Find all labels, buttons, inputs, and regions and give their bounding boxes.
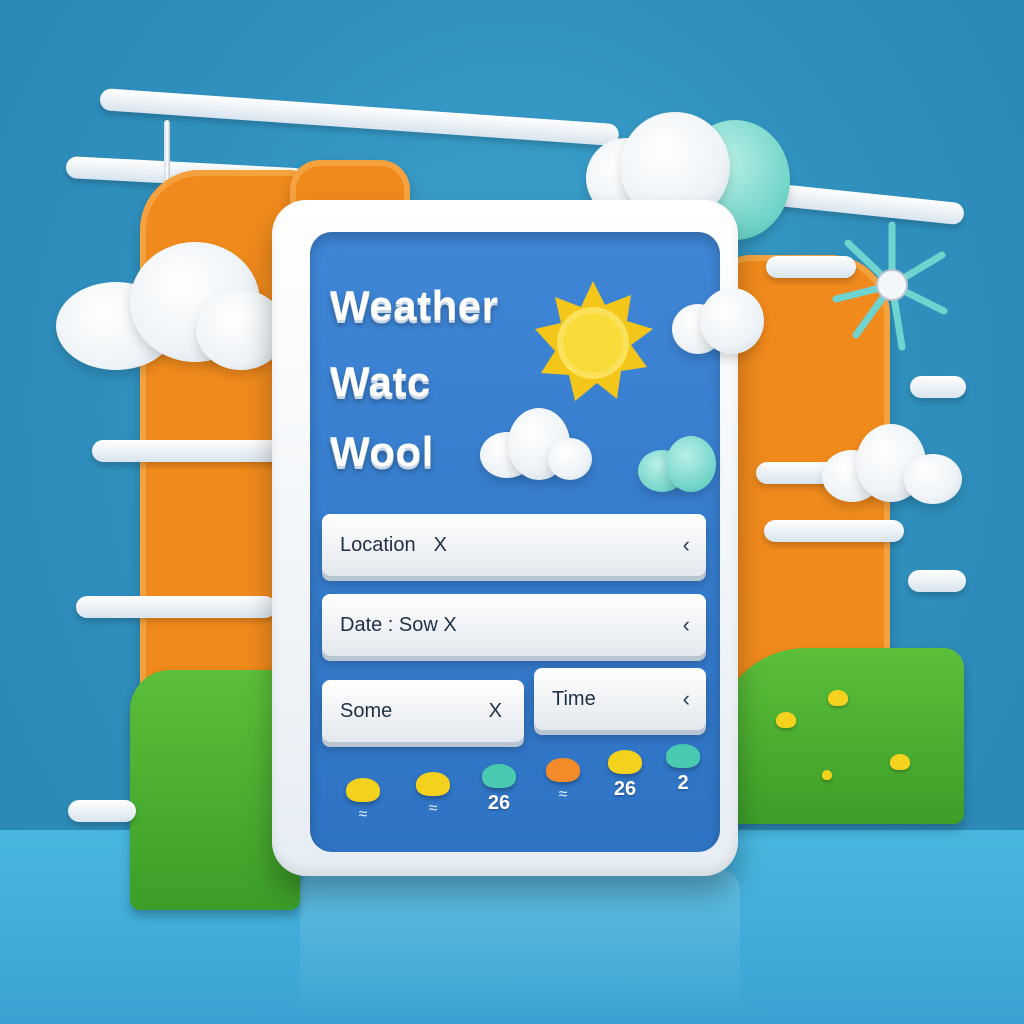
app-title-line-1: Weather (330, 282, 499, 329)
sun-icon (535, 281, 653, 401)
forecast-value: 26 (487, 792, 511, 814)
flower-icon (828, 690, 848, 706)
some-clear-button[interactable]: X (489, 700, 502, 723)
cloud-icon (482, 764, 516, 788)
sun-cloud-icon (416, 772, 450, 796)
some-field[interactable]: Some X (322, 680, 524, 742)
time-field[interactable]: Time ‹ (534, 668, 706, 730)
location-chevron-icon[interactable]: ‹ (683, 532, 690, 558)
forecast-item[interactable]: ≈ (410, 772, 456, 842)
flower-icon (776, 712, 796, 728)
date-label: Date : Sow X (340, 613, 457, 636)
forecast-item[interactable]: ≈ (340, 778, 386, 848)
location-field[interactable]: Location X ‹ (322, 514, 706, 576)
top-rail (99, 88, 620, 147)
forecast-value: 26 (613, 778, 637, 800)
some-label: Some (340, 699, 393, 722)
sun-cloud-icon (546, 758, 580, 782)
flower-icon (822, 770, 832, 780)
location-clear-button[interactable]: X (434, 534, 447, 557)
forecast-item[interactable]: 2 (660, 744, 706, 814)
side-rail (76, 596, 276, 618)
forecast-value: 2 (677, 772, 689, 794)
side-rail (908, 570, 966, 592)
flower-icon (890, 754, 910, 770)
side-rail (68, 800, 136, 822)
app-title-line-2: Watc (330, 358, 431, 405)
grass-base (716, 648, 964, 824)
app-title-line-3: Wool (330, 428, 434, 475)
date-chevron-icon[interactable]: ‹ (683, 612, 690, 638)
time-label: Time (552, 687, 596, 710)
side-rail (92, 440, 282, 462)
panel-reflection (300, 870, 740, 1020)
location-label: Location (340, 533, 416, 556)
date-field[interactable]: Date : Sow X ‹ (322, 594, 706, 656)
forecast-item[interactable]: ≈ (540, 758, 586, 828)
side-rail (764, 520, 904, 542)
wind-icon: ≈ (358, 806, 368, 823)
side-rail (910, 376, 966, 398)
time-chevron-icon[interactable]: ‹ (683, 686, 690, 712)
forecast-item[interactable]: 26 (602, 750, 648, 820)
wind-icon: ≈ (558, 786, 568, 803)
cloud-icon (666, 744, 700, 768)
wind-icon: ≈ (428, 800, 438, 817)
forecast-item[interactable]: 26 (476, 764, 522, 834)
sun-cloud-icon (608, 750, 642, 774)
sun-cloud-icon (346, 778, 380, 802)
windmill-icon (832, 221, 948, 351)
